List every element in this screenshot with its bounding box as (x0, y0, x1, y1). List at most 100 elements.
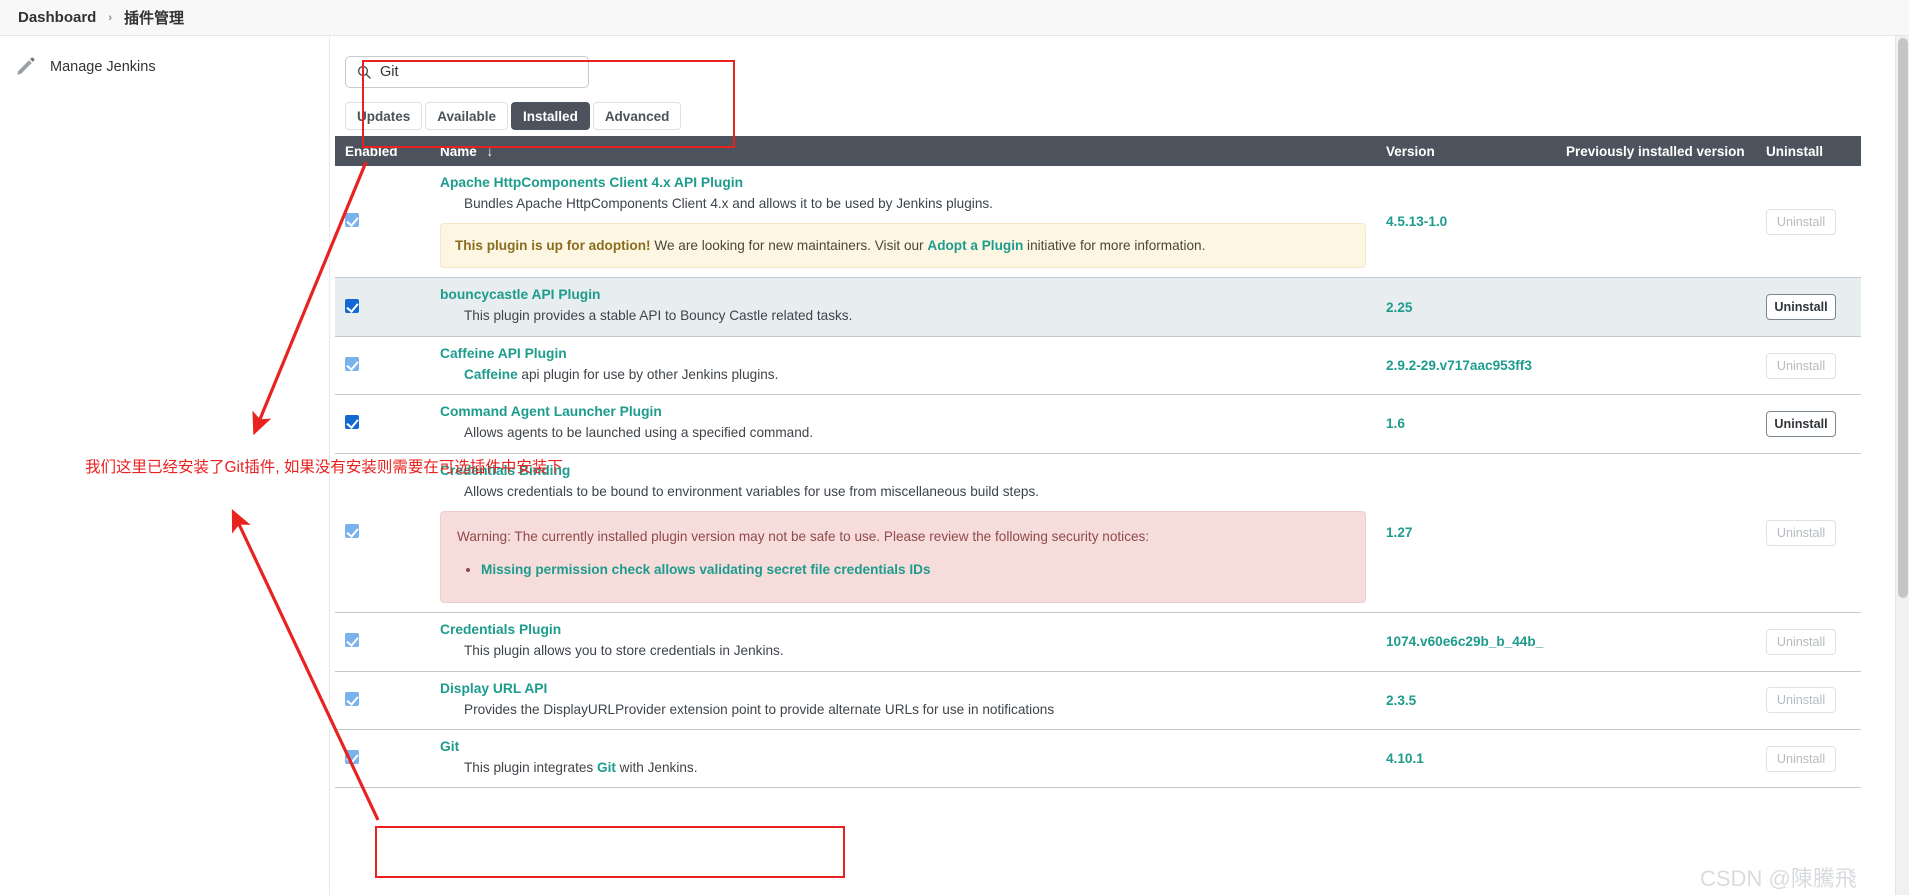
search-box (345, 56, 589, 88)
cell-name: Git This plugin integrates Git with Jenki… (430, 729, 1376, 787)
column-header-version[interactable]: Version (1376, 136, 1556, 166)
table-header-row: Enabled Name ↓ Version Previously instal… (335, 136, 1861, 166)
adoption-notice-lead: This plugin is up for adoption! (455, 238, 651, 254)
cell-version: 2.3.5 (1386, 692, 1417, 708)
cell-enabled (335, 166, 430, 278)
sidebar-item-label: Manage Jenkins (50, 59, 156, 75)
plugin-name-link[interactable]: Credentials Binding (440, 463, 570, 478)
table-row: Apache HttpComponents Client 4.x API Plu… (335, 166, 1861, 278)
cell-name: Credentials Plugin This plugin allows you… (430, 613, 1376, 671)
enabled-checkbox[interactable] (345, 298, 359, 313)
enabled-checkbox[interactable] (345, 524, 359, 539)
installed-plugins-table: Enabled Name ↓ Version Previously instal… (335, 136, 1861, 788)
plugin-tabs: Updates Available Installed Advanced (345, 102, 1861, 130)
enabled-checkbox[interactable] (345, 691, 359, 706)
list-item: Missing permission check allows validati… (481, 559, 1349, 580)
cell-previous-version (1556, 729, 1756, 787)
search-input[interactable] (345, 56, 589, 88)
plugin-manager-panel: Updates Available Installed Advanced Ena… (335, 56, 1861, 788)
breadcrumb-separator-icon: › (108, 11, 113, 24)
cell-enabled (335, 729, 430, 787)
column-header-previous-version[interactable]: Previously installed version (1556, 136, 1756, 166)
cell-uninstall: Uninstall (1756, 729, 1861, 787)
enabled-checkbox[interactable] (345, 213, 359, 228)
breadcrumb-item-plugin-manager[interactable]: 插件管理 (124, 7, 184, 28)
cell-previous-version (1556, 395, 1756, 453)
table-row: Git This plugin integrates Git with Jenki… (335, 729, 1861, 788)
main-content: Updates Available Installed Advanced Ena… (330, 36, 1909, 895)
plugin-description-emphasis: Git (597, 759, 616, 775)
cell-previous-version (1556, 278, 1756, 336)
table-row: Credentials Plugin This plugin allows you… (335, 613, 1861, 672)
uninstall-button: Uninstall (1766, 628, 1836, 655)
cell-uninstall: Uninstall (1756, 278, 1861, 336)
plugin-name-link[interactable]: Git (440, 739, 459, 754)
sidebar: Manage Jenkins (0, 36, 330, 895)
column-header-enabled[interactable]: Enabled (335, 136, 430, 166)
plugin-name-link[interactable]: Credentials Plugin (440, 622, 561, 637)
enabled-checkbox[interactable] (345, 633, 359, 648)
uninstall-button[interactable]: Uninstall (1766, 410, 1836, 437)
scrollbar-thumb[interactable] (1898, 38, 1908, 598)
plugin-name-link[interactable]: bouncycastle API Plugin (440, 287, 600, 302)
cell-previous-version (1556, 166, 1756, 278)
vertical-scrollbar[interactable] (1895, 36, 1909, 895)
enabled-checkbox[interactable] (345, 415, 359, 430)
plugin-name-link[interactable]: Caffeine API Plugin (440, 346, 567, 361)
plugin-description-emphasis: Caffeine (464, 366, 518, 382)
column-header-name[interactable]: Name ↓ (430, 136, 1376, 166)
plugin-description: Bundles Apache HttpComponents Client 4.x… (464, 196, 993, 211)
cell-previous-version (1556, 671, 1756, 729)
cell-version: 1.27 (1386, 525, 1413, 541)
cell-uninstall: Uninstall (1756, 613, 1861, 671)
cell-uninstall: Uninstall (1756, 453, 1861, 613)
security-notice-link[interactable]: Missing permission check allows validati… (481, 562, 931, 577)
enabled-checkbox[interactable] (345, 750, 359, 765)
cell-version: 1.6 (1386, 416, 1405, 432)
plugin-name-link[interactable]: Display URL API (440, 681, 547, 696)
table-row: Caffeine API Plugin Caffeine api plugin f… (335, 336, 1861, 395)
table-body: Apache HttpComponents Client 4.x API Plu… (335, 166, 1861, 788)
security-warning-text: Warning: The currently installed plugin … (457, 529, 1150, 545)
plugin-description: This plugin provides a stable API to Bou… (464, 308, 853, 324)
tab-available[interactable]: Available (425, 102, 509, 130)
uninstall-button: Uninstall (1766, 745, 1836, 772)
sidebar-item-manage-jenkins[interactable]: Manage Jenkins (0, 48, 329, 86)
security-notice-list: Missing permission check allows validati… (457, 559, 1349, 580)
cell-enabled (335, 395, 430, 453)
cell-name: Apache HttpComponents Client 4.x API Plu… (430, 166, 1376, 278)
breadcrumb-item-dashboard[interactable]: Dashboard (18, 9, 96, 26)
plugin-name-link[interactable]: Apache HttpComponents Client 4.x API Plu… (440, 175, 743, 190)
cell-previous-version (1556, 613, 1756, 671)
tab-installed[interactable]: Installed (511, 102, 590, 130)
plugin-description: Allows agents to be launched using a spe… (464, 425, 814, 441)
plugin-description: This plugin allows you to store credenti… (464, 643, 784, 659)
cell-version: 1074.v60e6c29b_b_44b_ (1386, 634, 1544, 650)
table-row: Credentials Binding Allows credentials to… (335, 453, 1861, 613)
cell-enabled (335, 671, 430, 729)
cell-version: 2.9.2-29.v717aac953ff3 (1386, 358, 1532, 374)
cell-version: 4.10.1 (1386, 751, 1424, 767)
cell-enabled (335, 278, 430, 336)
cell-version: 4.5.13-1.0 (1386, 214, 1448, 230)
sort-descending-icon: ↓ (486, 143, 494, 159)
plugin-name-link[interactable]: Command Agent Launcher Plugin (440, 404, 662, 419)
security-warning-notice: Warning: The currently installed plugin … (440, 511, 1366, 604)
tab-advanced[interactable]: Advanced (592, 102, 682, 130)
cell-name: Display URL API Provides the DisplayURLPr… (430, 671, 1376, 729)
cell-uninstall: Uninstall (1756, 671, 1861, 729)
cell-enabled (335, 453, 430, 613)
tab-updates[interactable]: Updates (345, 102, 423, 130)
uninstall-button: Uninstall (1766, 687, 1836, 714)
cell-enabled (335, 336, 430, 394)
uninstall-button[interactable]: Uninstall (1766, 294, 1836, 321)
uninstall-button: Uninstall (1766, 352, 1836, 379)
column-header-name-label: Name (440, 143, 477, 159)
cell-name: bouncycastle API Plugin This plugin provi… (430, 278, 1376, 336)
cell-uninstall: Uninstall (1756, 336, 1861, 394)
pencil-icon (14, 56, 36, 78)
cell-enabled (335, 613, 430, 671)
adopt-a-plugin-link[interactable]: Adopt a Plugin (927, 238, 1023, 253)
enabled-checkbox[interactable] (345, 357, 359, 372)
cell-version: 2.25 (1386, 299, 1413, 315)
